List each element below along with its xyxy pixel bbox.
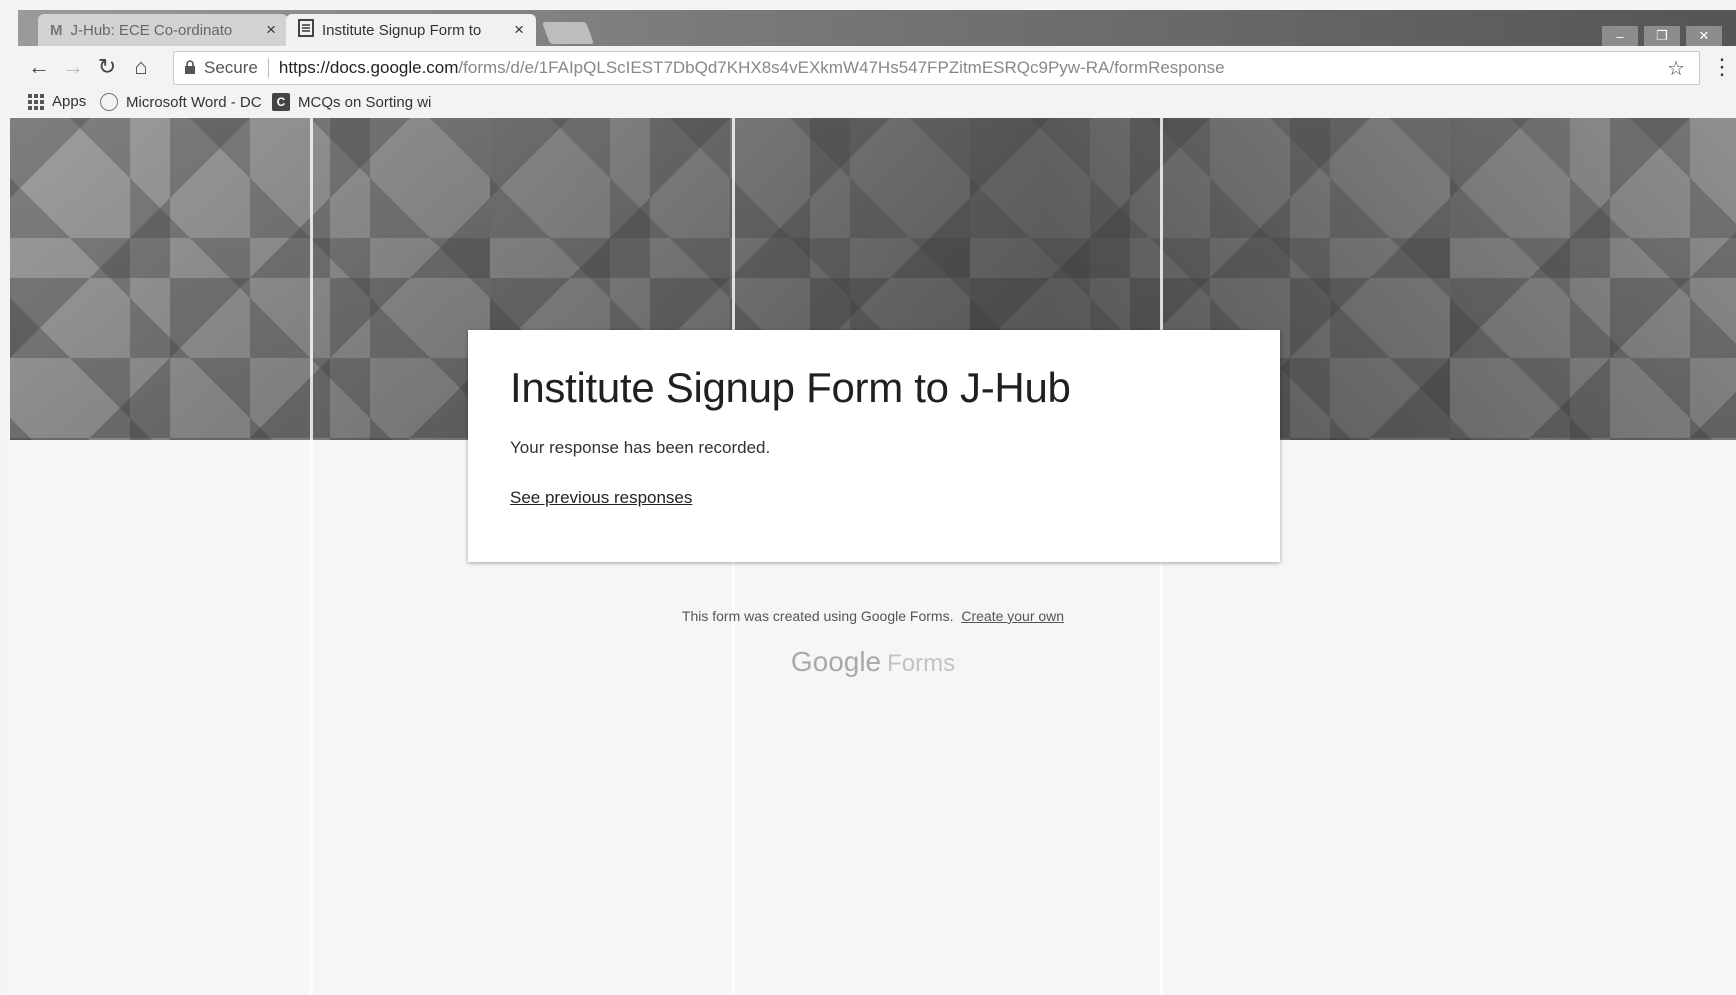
secure-label: Secure <box>204 58 258 77</box>
bookmark-label: Microsoft Word - DC <box>126 93 262 111</box>
confirmation-message: Your response has been recorded. <box>510 438 771 457</box>
close-icon[interactable]: × <box>266 20 276 40</box>
forms-icon <box>298 19 314 41</box>
restore-button[interactable]: ❐ <box>1644 26 1680 46</box>
footer-note: This form was created using Google Forms… <box>10 608 1736 624</box>
address-bar[interactable]: Secure https://docs.google.com /forms/d/… <box>173 51 1733 85</box>
back-button[interactable]: ← <box>24 52 54 82</box>
tab-title: Institute Signup Form to <box>322 21 482 39</box>
tab-signup-form[interactable]: Institute Signup Form to × <box>286 14 536 46</box>
bookmark-star-icon[interactable]: ☆ <box>1667 56 1685 81</box>
tab-title: J-Hub: ECE Co-ordinato <box>70 21 233 39</box>
page-content: Institute Signup Form to J-Hub Your resp… <box>10 118 1736 995</box>
bookmark-label: MCQs on Sorting wi <box>298 93 432 111</box>
apps-grid-icon <box>28 93 44 110</box>
forms-wordmark: Forms <box>887 650 956 677</box>
google-wordmark: Google <box>790 646 882 677</box>
window-controls: – ❐ ✕ <box>1602 26 1722 46</box>
tab-jhub-mail[interactable]: M J-Hub: ECE Co-ordinato × <box>38 14 288 46</box>
bookmark-microsoft-word[interactable]: Microsoft Word - DC <box>100 93 262 111</box>
site-icon <box>100 93 118 111</box>
browser-toolbar: ← → ↻ ⌂ Secure https://docs.google.com /… <box>18 46 1736 88</box>
close-icon[interactable]: × <box>514 20 524 40</box>
response-card: Institute Signup Form to J-Hub Your resp… <box>468 330 1280 562</box>
footer-note-text: This form was created using Google Forms… <box>681 608 954 624</box>
scan-artifact <box>310 118 313 995</box>
lock-icon <box>184 59 196 77</box>
form-title: Institute Signup Form to J-Hub <box>510 364 1071 411</box>
home-button[interactable]: ⌂ <box>126 52 156 82</box>
tab-strip: M J-Hub: ECE Co-ordinato × Institute Sig… <box>18 10 1736 46</box>
bookmark-mcqs-sorting[interactable]: C MCQs on Sorting wi <box>272 93 431 111</box>
bookmarks-bar: Apps Microsoft Word - DC C MCQs on Sorti… <box>18 88 1736 118</box>
minimize-button[interactable]: – <box>1602 26 1638 46</box>
address-divider <box>267 58 269 78</box>
url-path: /forms/d/e/1FAIpQLScIEST7DbQd7KHX8s4vEXk… <box>458 58 1225 77</box>
bookmark-apps[interactable]: Apps <box>28 93 86 110</box>
close-window-button[interactable]: ✕ <box>1686 26 1722 46</box>
new-tab-button[interactable] <box>541 22 595 44</box>
create-your-own-link[interactable]: Create your own <box>961 608 1064 624</box>
bookmark-label: Apps <box>52 93 87 110</box>
forward-button[interactable]: → <box>58 52 88 82</box>
see-previous-responses-link[interactable]: See previous responses <box>510 488 692 508</box>
gmail-icon: M <box>50 21 63 39</box>
reload-button[interactable]: ↻ <box>92 52 122 82</box>
google-forms-logo[interactable]: Google Forms <box>10 646 1736 678</box>
url-domain: https://docs.google.com <box>278 58 459 77</box>
browser-menu-icon[interactable]: ⋮ <box>1711 54 1733 80</box>
c-icon: C <box>272 93 290 111</box>
